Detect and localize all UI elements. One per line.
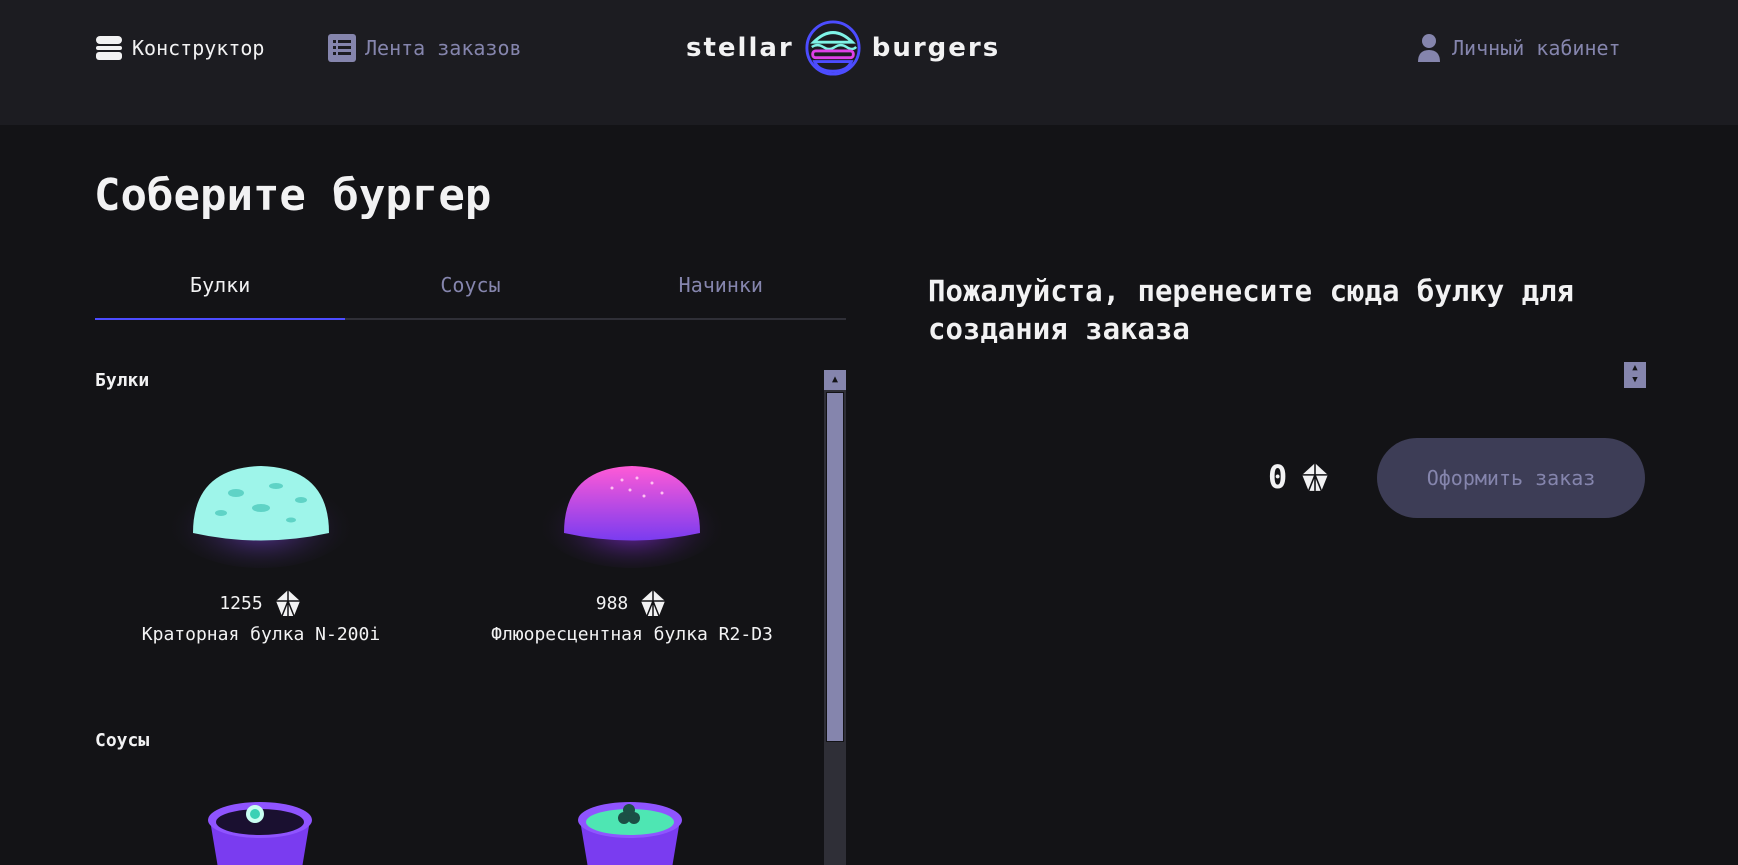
price-value: 988 xyxy=(595,592,629,614)
scrollbar-thumb[interactable] xyxy=(826,392,844,742)
currency-icon xyxy=(1302,463,1329,492)
mini-scrollbar[interactable]: ▲ ▼ xyxy=(1624,362,1646,388)
nav-constructor[interactable]: Конструктор xyxy=(94,28,264,68)
page-title: Соберите бургер xyxy=(94,170,492,221)
section-title-sauces: Соусы xyxy=(95,730,150,751)
fluorescent-bun-image xyxy=(537,466,727,568)
scroll-up-icon[interactable]: ▲ xyxy=(824,370,846,390)
nav-account-label: Личный кабинет xyxy=(1452,36,1621,60)
currency-icon xyxy=(275,590,300,617)
tab-buns[interactable]: Булки xyxy=(95,265,346,320)
tab-sauces[interactable]: Соусы xyxy=(345,265,595,318)
crater-bun-image xyxy=(166,466,356,568)
total-value: 0 xyxy=(1268,458,1288,496)
section-title-buns: Булки xyxy=(95,370,150,391)
nav-feed-label: Лента заказов xyxy=(365,36,522,60)
logo-text-right: burgers xyxy=(871,33,1001,63)
nav-constructor-label: Конструктор xyxy=(132,36,265,60)
ingredient-name: Краторная булка N-200i xyxy=(141,624,381,645)
list-icon xyxy=(327,33,357,63)
app-header: Конструктор Лента заказов stellar burger… xyxy=(0,0,1738,125)
ingredient-card[interactable]: 988 Флюоресцентная булка R2-D3 xyxy=(482,438,782,668)
ingredients-list[interactable]: Булки 1255 Краторная булка N-200i 988 Фл… xyxy=(95,368,846,865)
ingredient-card[interactable]: 1255 Краторная булка N-200i xyxy=(111,438,411,668)
logo-text-left: stellar xyxy=(686,33,794,63)
sauce-image xyxy=(208,802,312,865)
ingredient-tabs: Булки Соусы Начинки xyxy=(95,265,846,320)
place-order-button[interactable]: Оформить заказ xyxy=(1377,438,1645,518)
burger-icon xyxy=(94,33,124,63)
logo[interactable]: stellar burgers xyxy=(686,18,1000,78)
price: 1255 xyxy=(111,588,411,618)
price: 988 xyxy=(482,588,782,618)
nav-account[interactable]: Личный кабинет xyxy=(1414,28,1621,68)
burger-logo-icon xyxy=(805,20,861,76)
drop-hint: Пожалуйста, перенесите сюда булку для со… xyxy=(928,274,1575,346)
order-total: 0 xyxy=(1268,458,1331,496)
ingredients-scrollbar[interactable]: ▲ xyxy=(824,370,846,865)
ingredient-name: Флюоресцентная булка R2-D3 xyxy=(491,624,773,645)
sauce-image xyxy=(578,802,682,865)
currency-icon xyxy=(641,590,666,617)
price-value: 1255 xyxy=(219,592,263,614)
user-icon xyxy=(1414,33,1444,63)
nav-feed[interactable]: Лента заказов xyxy=(327,28,522,68)
tab-fillings[interactable]: Начинки xyxy=(596,265,846,318)
